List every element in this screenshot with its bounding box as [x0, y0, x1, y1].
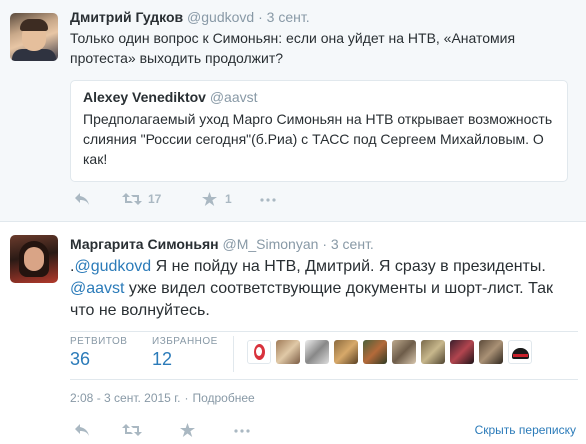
favoriter-avatar[interactable]	[247, 340, 271, 364]
collapse-conversation-link[interactable]: Скрыть переписку	[475, 423, 576, 437]
mention-link[interactable]: @aavst	[70, 280, 124, 297]
divider	[233, 336, 234, 372]
date-separator: ·	[258, 9, 263, 25]
retweets-value: 36	[70, 349, 91, 369]
favorite-button[interactable]	[180, 423, 195, 437]
reply-context-tweet: Дмитрий Гудков @gudkovd · 3 сент. Только…	[0, 0, 586, 222]
favoriter-avatar[interactable]	[421, 340, 445, 364]
favoriter-avatar[interactable]	[334, 340, 358, 364]
divider	[70, 379, 578, 380]
favoriter-avatar[interactable]	[479, 340, 503, 364]
favorites-label: ИЗБРАННОЕ	[152, 336, 218, 347]
retweet-button[interactable]: 17	[122, 192, 161, 206]
mention-link[interactable]: @gudkovd	[74, 258, 151, 275]
avatar[interactable]	[10, 235, 58, 283]
quoted-header: Alexey Venediktov @aavst	[83, 89, 258, 105]
quoted-tweet[interactable]: Alexey Venediktov @aavst Предполагаемый …	[70, 80, 568, 182]
more-button[interactable]	[260, 198, 276, 202]
star-icon	[180, 423, 195, 437]
tweet-meta: 2:08 - 3 сент. 2015 г. · Подробнее	[70, 391, 255, 405]
tweet-timestamp[interactable]: 2:08 - 3 сент. 2015 г.	[70, 391, 180, 405]
tweet-text: .@gudkovd Я не пойду на НТВ, Дмитрий. Я …	[70, 256, 570, 322]
text-segment: Я не пойду на НТВ, Дмитрий. Я сразу в пр…	[151, 258, 546, 275]
date-separator: ·	[322, 236, 327, 252]
more-icon	[234, 429, 250, 433]
quoted-fullname: Alexey Venediktov	[83, 89, 206, 105]
favoriter-avatar[interactable]	[276, 340, 300, 364]
text-segment: уже видел соответствующие документы и шо…	[70, 280, 554, 319]
quoted-username: @aavst	[209, 89, 258, 105]
favoriters-list	[247, 340, 537, 364]
author-username[interactable]: @M_Simonyan	[223, 236, 319, 252]
tweet-date[interactable]: 3 сент.	[331, 236, 374, 252]
retweet-icon	[122, 424, 142, 436]
divider	[70, 331, 578, 332]
favoriter-avatar[interactable]	[450, 340, 474, 364]
reply-button[interactable]	[74, 423, 90, 437]
favoriter-avatar[interactable]	[508, 340, 532, 364]
author-fullname[interactable]: Дмитрий Гудков	[70, 9, 183, 25]
details-link[interactable]: Подробнее	[192, 391, 254, 405]
favorites-value: 12	[152, 349, 173, 369]
favorite-button[interactable]: 1	[202, 192, 232, 206]
retweet-icon	[122, 193, 142, 205]
star-icon	[202, 192, 217, 206]
author-username[interactable]: @gudkovd	[187, 9, 254, 25]
retweet-button[interactable]	[122, 423, 142, 437]
reply-icon	[75, 424, 89, 436]
retweet-count: 17	[148, 192, 162, 206]
favorite-count: 1	[225, 192, 232, 206]
avatar[interactable]	[10, 13, 58, 61]
tweet-header: Маргарита Симоньян @M_Simonyan · 3 сент.	[70, 236, 374, 252]
more-button[interactable]	[234, 429, 250, 433]
favoriter-avatar[interactable]	[305, 340, 329, 364]
quoted-text: Предполагаемый уход Марго Симоньян на НТ…	[83, 111, 553, 167]
tweet-text: Только один вопрос к Симоньян: если она …	[70, 30, 516, 66]
author-fullname[interactable]: Маргарита Симоньян	[70, 236, 219, 252]
favoriter-avatar[interactable]	[363, 340, 387, 364]
reply-button[interactable]	[74, 192, 90, 206]
more-icon	[260, 198, 276, 202]
retweets-stat[interactable]: РЕТВИТОВ 36	[70, 336, 127, 370]
tweet-date[interactable]: 3 сент.	[267, 9, 310, 25]
retweets-label: РЕТВИТОВ	[70, 336, 128, 347]
meta-separator: ·	[184, 391, 189, 405]
reply-icon	[75, 193, 89, 205]
favoriter-avatar[interactable]	[392, 340, 416, 364]
favorites-stat[interactable]: ИЗБРАННОЕ 12	[152, 336, 218, 370]
tweet-header: Дмитрий Гудков @gudkovd · 3 сент.	[70, 9, 310, 25]
